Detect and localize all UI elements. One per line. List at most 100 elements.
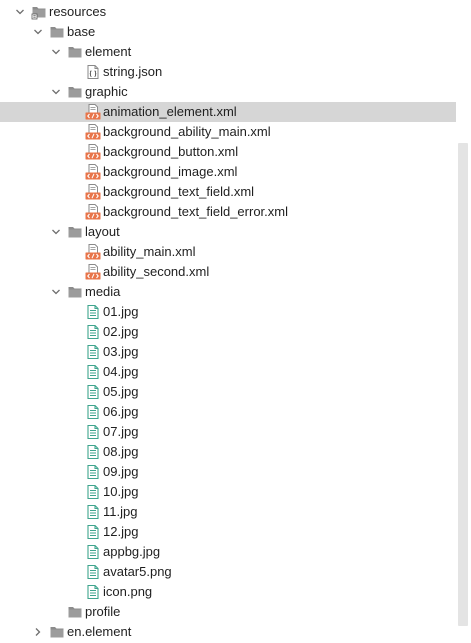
tree-file-row[interactable]: 10.jpg — [0, 482, 466, 502]
tree-file-row[interactable]: 05.jpg — [0, 382, 466, 402]
tree-item-label: background_button.xml — [103, 144, 239, 159]
tree-folder-row[interactable]: layout — [0, 222, 466, 242]
folder-icon — [49, 24, 65, 40]
tree-file-row[interactable]: background_button.xml — [0, 142, 466, 162]
tree-item-label: resources — [49, 4, 107, 19]
image-file-icon — [85, 324, 101, 340]
tree-file-row[interactable]: 07.jpg — [0, 422, 466, 442]
image-file-icon — [85, 344, 101, 360]
xml-file-icon — [85, 164, 101, 180]
tree-item-label: appbg.jpg — [103, 544, 161, 559]
chevron-down-icon[interactable] — [50, 86, 62, 98]
tree-file-row[interactable]: ability_second.xml — [0, 262, 466, 282]
tree-folder-row[interactable]: media — [0, 282, 466, 302]
chevron-right-icon[interactable] — [32, 626, 44, 638]
image-file-icon — [85, 444, 101, 460]
tree-item-label: background_text_field.xml — [103, 184, 255, 199]
tree-file-row[interactable]: 02.jpg — [0, 322, 466, 342]
resource-folder-icon — [31, 4, 47, 20]
tree-file-row[interactable]: ability_main.xml — [0, 242, 466, 262]
image-file-icon — [85, 584, 101, 600]
tree-item-label: 09.jpg — [103, 464, 139, 479]
tree-item-label: 08.jpg — [103, 444, 139, 459]
tree-file-row[interactable]: 03.jpg — [0, 342, 466, 362]
tree-item-label: 05.jpg — [103, 384, 139, 399]
tree-item-label: ability_main.xml — [103, 244, 196, 259]
tree-file-row[interactable]: icon.png — [0, 582, 466, 602]
scrollbar-thumb[interactable] — [458, 143, 468, 626]
tree-item-label: 07.jpg — [103, 424, 139, 439]
tree-folder-row[interactable]: graphic — [0, 82, 466, 102]
xml-file-icon — [85, 264, 101, 280]
tree-folder-row[interactable]: base — [0, 22, 466, 42]
tree-item-label: graphic — [85, 84, 128, 99]
tree-item-label: avatar5.png — [103, 564, 172, 579]
tree-folder-row[interactable]: profile — [0, 602, 466, 622]
tree-item-label: 06.jpg — [103, 404, 139, 419]
tree-item-label: 10.jpg — [103, 484, 139, 499]
tree-file-row[interactable]: 01.jpg — [0, 302, 466, 322]
tree-item-label: en.element — [67, 624, 132, 639]
tree-file-row[interactable]: avatar5.png — [0, 562, 466, 582]
tree-folder-row[interactable]: element — [0, 42, 466, 62]
image-file-icon — [85, 464, 101, 480]
tree-item-label: background_image.xml — [103, 164, 238, 179]
tree-item-label: 01.jpg — [103, 304, 139, 319]
tree-file-row[interactable]: background_ability_main.xml — [0, 122, 466, 142]
image-file-icon — [85, 564, 101, 580]
folder-icon — [67, 224, 83, 240]
image-file-icon — [85, 364, 101, 380]
tree-item-label: 02.jpg — [103, 324, 139, 339]
tree-file-row[interactable]: appbg.jpg — [0, 542, 466, 562]
tree-file-row[interactable]: background_text_field.xml — [0, 182, 466, 202]
folder-icon — [67, 84, 83, 100]
tree-item-label: base — [67, 24, 96, 39]
tree-folder-row[interactable]: resources — [0, 2, 466, 22]
tree-item-label: animation_element.xml — [103, 104, 237, 119]
tree-item-label: ability_second.xml — [103, 264, 210, 279]
xml-file-icon — [85, 244, 101, 260]
resource-tree: resources base element string.json graphic an… — [0, 0, 466, 643]
tree-item-label: media — [85, 284, 121, 299]
tree-item-label: string.json — [103, 64, 163, 79]
tree-file-row[interactable]: animation_element.xml — [0, 102, 466, 122]
chevron-down-icon[interactable] — [50, 46, 62, 58]
tree-file-row[interactable]: 06.jpg — [0, 402, 466, 422]
image-file-icon — [85, 544, 101, 560]
folder-icon — [67, 284, 83, 300]
xml-file-icon — [85, 124, 101, 140]
chevron-down-icon[interactable] — [50, 226, 62, 238]
tree-item-label: 12.jpg — [103, 524, 139, 539]
tree-item-label: 11.jpg — [103, 504, 138, 519]
chevron-down-icon[interactable] — [32, 26, 44, 38]
chevron-down-icon[interactable] — [14, 6, 26, 18]
tree-item-label: 03.jpg — [103, 344, 139, 359]
tree-file-row[interactable]: 09.jpg — [0, 462, 466, 482]
tree-file-row[interactable]: 12.jpg — [0, 522, 466, 542]
tree-item-label: background_text_field_error.xml — [103, 204, 288, 219]
tree-item-label: icon.png — [103, 584, 153, 599]
tree-item-label: layout — [85, 224, 120, 239]
tree-folder-row[interactable]: en.element — [0, 622, 466, 642]
image-file-icon — [85, 384, 101, 400]
image-file-icon — [85, 524, 101, 540]
tree-item-label: background_ability_main.xml — [103, 124, 271, 139]
folder-icon — [67, 44, 83, 60]
tree-file-row[interactable]: 08.jpg — [0, 442, 466, 462]
tree-item-label: profile — [85, 604, 121, 619]
image-file-icon — [85, 304, 101, 320]
chevron-down-icon[interactable] — [50, 286, 62, 298]
tree-item-label: element — [85, 44, 132, 59]
folder-icon — [67, 604, 83, 620]
json-file-icon — [85, 64, 101, 80]
image-file-icon — [85, 404, 101, 420]
folder-icon — [49, 624, 65, 640]
xml-file-icon — [85, 104, 101, 120]
tree-file-row[interactable]: 11.jpg — [0, 502, 466, 522]
tree-file-row[interactable]: 04.jpg — [0, 362, 466, 382]
tree-file-row[interactable]: background_image.xml — [0, 162, 466, 182]
tree-item-label: 04.jpg — [103, 364, 139, 379]
tree-file-row[interactable]: string.json — [0, 62, 466, 82]
tree-file-row[interactable]: background_text_field_error.xml — [0, 202, 466, 222]
xml-file-icon — [85, 204, 101, 220]
